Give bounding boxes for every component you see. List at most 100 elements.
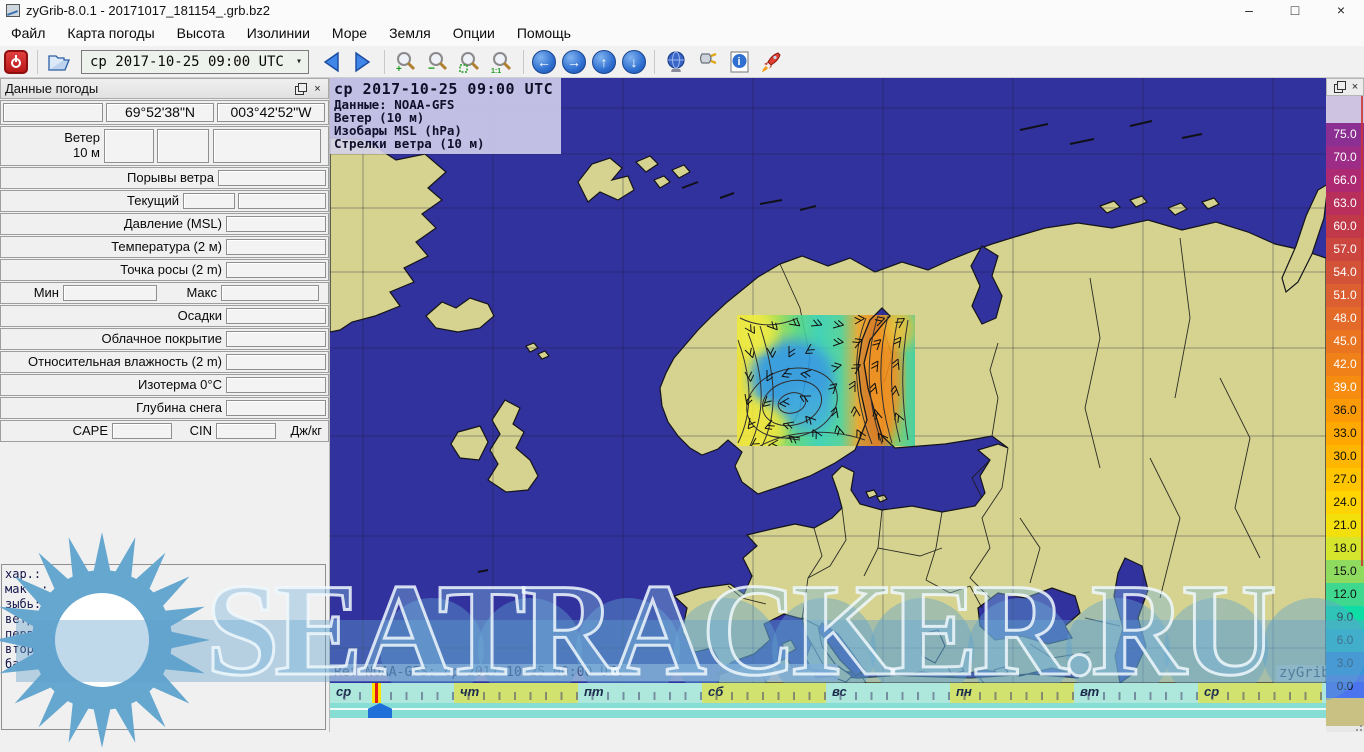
menu-sea[interactable]: Море [321, 20, 378, 46]
maximize-button[interactable]: □ [1272, 2, 1318, 18]
pressure-row: Давление (MSL) [0, 213, 329, 235]
pan-up-button[interactable]: ↑ [592, 50, 616, 74]
isotherm-cell [226, 377, 326, 393]
zoom-region-icon [458, 50, 482, 74]
zoom-out-button[interactable]: − [425, 49, 451, 75]
map-info-overlay: ср 2017-10-25 09:00 UTC Данные: NOAA-GFS… [330, 78, 561, 154]
menu-bar: Файл Карта погоды Высота Изолинии Море З… [0, 20, 1364, 46]
bottom-strip [330, 718, 1326, 732]
zoom-actual-icon: 1:1 [490, 50, 514, 74]
scale-value: 12.0 [1326, 583, 1364, 606]
next-timestep-button[interactable] [350, 49, 376, 75]
temperature-cell [226, 239, 326, 255]
scale-close-icon[interactable]: × [1349, 81, 1361, 93]
scale-value: 75.0 [1326, 123, 1364, 146]
chevron-down-icon: ▾ [290, 56, 308, 67]
snow-cell [226, 400, 326, 416]
scale-value: 63.0 [1326, 192, 1364, 215]
pan-down-button[interactable]: ↓ [622, 50, 646, 74]
menu-file[interactable]: Файл [0, 20, 56, 46]
resize-grip[interactable] [1326, 726, 1364, 732]
about-button[interactable] [759, 49, 785, 75]
cloud-row: Облачное покрытие [0, 328, 329, 350]
joules-label: Дж/кг [276, 424, 328, 439]
menu-help[interactable]: Помощь [506, 20, 582, 46]
menu-isolines[interactable]: Изолинии [236, 20, 321, 46]
zygrib-map-label: zyGrib [1276, 665, 1333, 681]
pressure-cell [226, 216, 326, 232]
zoom-region-button[interactable] [457, 49, 483, 75]
pan-right-button[interactable]: → [562, 50, 586, 74]
globe-icon [664, 50, 688, 74]
menu-altitude[interactable]: Высота [166, 20, 236, 46]
pan-left-button[interactable]: ← [532, 50, 556, 74]
wind-desc-cell [213, 129, 321, 163]
footer-line: втор: [5, 642, 322, 657]
time-slider-handle[interactable] [368, 703, 392, 718]
close-button[interactable]: × [1318, 2, 1364, 18]
download-grib-button[interactable] [663, 49, 689, 75]
scale-value: 42.0 [1326, 353, 1364, 376]
menu-land[interactable]: Земля [378, 20, 442, 46]
datetime-combo[interactable]: ср 2017-10-25 09:00 UTC ▾ [81, 50, 309, 74]
map-view[interactable]: ср 2017-10-25 09:00 UTC Данные: NOAA-GFS… [330, 78, 1326, 732]
svg-text:i: i [738, 56, 741, 68]
zoom-in-button[interactable]: + [393, 49, 419, 75]
dewpoint-label: Точка росы (2 m) [1, 263, 226, 278]
scale-float-icon[interactable] [1333, 81, 1345, 93]
scale-value: 33.0 [1326, 422, 1364, 445]
scale-value: 57.0 [1326, 238, 1364, 261]
prev-timestep-button[interactable] [318, 49, 344, 75]
humidity-cell [226, 354, 326, 370]
quit-button[interactable] [3, 49, 29, 75]
zoom-actual-button[interactable]: 1:1 [489, 49, 515, 75]
connection-button[interactable] [695, 49, 721, 75]
temperature-row: Температура (2 м) [0, 236, 329, 258]
reference-status-bar: Ref NOAA-GFS: ср 2017-10-25 00:00 UTC [330, 664, 838, 681]
current-time-marker-line [375, 683, 378, 703]
cape-cell [112, 423, 172, 439]
scale-value: 3.0 [1326, 652, 1364, 675]
arrow-down-icon: ↓ [631, 54, 638, 70]
grib-info-button[interactable]: i [727, 49, 753, 75]
latitude-value: 69°52'38"N [106, 103, 214, 121]
scale-top-segment [1326, 96, 1364, 123]
longitude-value: 003°42'52"W [217, 103, 325, 121]
scale-value: 6.0 [1326, 629, 1364, 652]
datetime-value: ср 2017-10-25 09:00 UTC [82, 54, 290, 70]
cloud-label: Облачное покрытие [1, 332, 226, 347]
snow-label: Глубина снега [1, 401, 226, 416]
timeline-ticks [330, 692, 1326, 700]
arrow-right-icon: → [567, 54, 581, 70]
svg-text:+: + [396, 64, 402, 74]
gusts-label: Порывы ветра [1, 171, 218, 186]
overlay-arrows: Стрелки ветра (10 м) [334, 137, 553, 150]
gusts-cell [218, 170, 326, 186]
menu-options[interactable]: Опции [442, 20, 506, 46]
temperature-label: Температура (2 м) [1, 240, 226, 255]
scale-value: 66.0 [1326, 169, 1364, 192]
max-label: Макс [157, 286, 221, 301]
europe-map [330, 78, 1326, 683]
panel-float-icon[interactable] [294, 83, 307, 95]
scale-value: 54.0 [1326, 261, 1364, 284]
open-file-button[interactable] [46, 49, 72, 75]
panel-close-icon[interactable]: × [311, 83, 324, 95]
overlay-datetime: ср 2017-10-25 09:00 UTC [334, 80, 553, 98]
toolbar: ср 2017-10-25 09:00 UTC ▾ + − 1: [0, 46, 1364, 78]
zoom-out-icon: − [426, 50, 450, 74]
scale-value: 70.0 [1326, 146, 1364, 169]
scale-value: 15.0 [1326, 560, 1364, 583]
minimize-button[interactable]: – [1226, 2, 1272, 18]
current-row: Текущий [0, 190, 329, 212]
precip-cell [226, 308, 326, 324]
wind-speed-cell [157, 129, 209, 163]
menu-weather-map[interactable]: Карта погоды [56, 20, 165, 46]
footer-line: зыбь: [5, 597, 322, 612]
snow-row: Глубина снега [0, 397, 329, 419]
time-slider-track[interactable] [330, 703, 1326, 718]
timeline-bar[interactable]: ср чт пт сб вс пн вт ср чт [330, 683, 1326, 703]
coord-empty-cell [3, 103, 103, 121]
scale-value: 21.0 [1326, 514, 1364, 537]
cloud-cell [226, 331, 326, 347]
